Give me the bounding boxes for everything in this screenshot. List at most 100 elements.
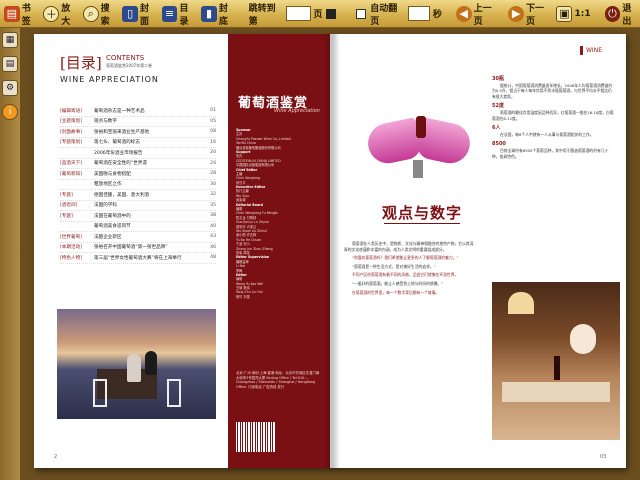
stats-column: 30瓶 据统计，中国葡萄酒消费量逐年增长，2006年人均葡萄酒消费量约为0.3升，… bbox=[492, 72, 614, 159]
toc-section: [专题策划] bbox=[60, 140, 82, 146]
next-label: 下一页 bbox=[525, 3, 544, 27]
zoom-in-icon: ＋ bbox=[43, 5, 60, 22]
toc-row[interactable]: 粗放地区之作 30 bbox=[60, 180, 216, 190]
book-spine bbox=[324, 34, 340, 468]
toc-section: [编辑寄语] bbox=[60, 108, 82, 114]
toc-title: 德国佳酿，美国、意大利酒 bbox=[94, 192, 150, 198]
settings-icon[interactable]: ⚙ bbox=[2, 80, 18, 96]
toc-section: [主题策划] bbox=[60, 119, 82, 125]
toolbar: ▤ 书签 ＋ 放大 ⌕ 搜索 ▯ 封面 ≡ 目录 ▮ 封底 跳转到第 页 自动翻… bbox=[0, 0, 640, 28]
photo-wine-bottle bbox=[554, 356, 560, 380]
contents-tiny: 葡萄酒鉴赏2007年第二卷 bbox=[106, 63, 153, 68]
toc-icon: ≡ bbox=[161, 5, 178, 22]
next-arrow-icon: ▶ bbox=[508, 5, 524, 22]
actual-size-button[interactable]: ▣ 1:1 bbox=[556, 3, 591, 25]
search-button[interactable]: ⌕ 搜索 bbox=[82, 3, 118, 27]
side-toolbar: ▦ ▤ ⚙ i bbox=[0, 28, 20, 480]
cover-label: 封面 bbox=[140, 3, 150, 27]
autoflip-seconds-input[interactable] bbox=[408, 6, 430, 21]
toc-row[interactable]: [世界葡萄] 法酿企业新区 43 bbox=[60, 232, 216, 243]
toc-title: 法酿企业新区 bbox=[94, 234, 122, 240]
toc-section: [封面故事] bbox=[60, 129, 82, 135]
exit-label: 退出 bbox=[622, 3, 632, 27]
toc-title: 第三届“世界女性葡萄酒大赛”将在上海举行 bbox=[94, 255, 182, 261]
toc-page: 05 bbox=[210, 118, 216, 124]
barcode bbox=[236, 422, 276, 452]
toc-section: [特色人物] bbox=[60, 255, 82, 261]
toc-row[interactable]: [酒窖间] 法国的学科 35 bbox=[60, 201, 216, 211]
toc-row[interactable]: [编辑寄语] 葡萄酒杂志是一种艺术品 01 bbox=[60, 106, 216, 117]
left-page[interactable]: [目录] CONTENTS 葡萄酒鉴赏2007年第二卷 WINE APPRECI… bbox=[34, 34, 330, 468]
autoflip-checkbox[interactable] bbox=[356, 8, 367, 19]
stat-paragraph: 据统计，中国葡萄酒消费量逐年增长，2006年人均葡萄酒消费量约为0.3升，相当于… bbox=[492, 82, 613, 99]
photo-flowers bbox=[570, 324, 596, 354]
bookmark-button[interactable]: ▤ 书签 bbox=[4, 3, 39, 27]
go-button[interactable] bbox=[326, 8, 337, 19]
toc-row[interactable]: [封面故事] 张裕和宝丽来酒业生产基地 08 bbox=[60, 127, 216, 138]
bookmark-icon: ▤ bbox=[4, 5, 20, 22]
masthead-lines: Sponsor 主办 ChangYu Pioneer Wine Co.,Limite… bbox=[236, 128, 322, 299]
photo-chair-left bbox=[93, 379, 107, 407]
toc-section: [专题] bbox=[60, 213, 73, 219]
actual-size-icon: ▣ bbox=[556, 5, 573, 22]
toc-row[interactable]: [品酒天下] 葡萄酒在安全性的“世界遗 24 bbox=[60, 159, 216, 169]
toc-page: 20 bbox=[210, 150, 216, 156]
exit-button[interactable]: ⏻ 退出 bbox=[604, 3, 640, 27]
magazine-subtitle: Wine Appreciation bbox=[274, 108, 320, 114]
toc-row[interactable]: [专题] 法国在葡萄酒中的 38 bbox=[60, 211, 216, 222]
zoom-button[interactable]: ＋ 放大 bbox=[43, 3, 78, 27]
wine-logo-text: WINE bbox=[586, 47, 602, 54]
bottle-icon bbox=[580, 46, 583, 55]
stat-paragraph: 目前全球约有8500个葡萄品种，其中用于酿造葡萄酒的约有几十种，各具特色。 bbox=[492, 147, 609, 159]
toc-row[interactable]: [专题] 德国佳酿，美国、意大利酒 32 bbox=[60, 190, 216, 201]
cover-button[interactable]: ▯ 封面 bbox=[122, 3, 157, 27]
toc-row[interactable]: [特色人物] 第三届“世界女性葡萄酒大赛”将在上海举行 48 bbox=[60, 253, 216, 264]
exit-icon: ⏻ bbox=[604, 5, 621, 22]
toc-title: 张裕召开中国葡萄酒“第一张世品牌” bbox=[94, 245, 168, 251]
backcover-icon: ▮ bbox=[201, 5, 217, 22]
wine-table-photo bbox=[492, 282, 620, 440]
toc-section: [品酒天下] bbox=[60, 161, 82, 167]
contents-header: [目录] CONTENTS 葡萄酒鉴赏2007年第二卷 WINE APPRECI… bbox=[60, 52, 180, 84]
toc-page: 24 bbox=[210, 160, 216, 166]
seconds-label: 秒 bbox=[432, 10, 442, 20]
sofa-base bbox=[413, 160, 423, 178]
next-page-button[interactable]: ▶ 下一页 bbox=[508, 3, 552, 27]
toc-button[interactable]: ≡ 目录 bbox=[161, 3, 197, 27]
backcover-button[interactable]: ▮ 封底 bbox=[201, 3, 236, 27]
toc-row[interactable]: [主题策划] 观点与数字 05 bbox=[60, 117, 216, 127]
toc-page: 48 bbox=[210, 255, 216, 261]
toc-title: 法国在葡萄酒中的 bbox=[94, 213, 131, 219]
left-page-number: 2 bbox=[54, 454, 58, 460]
toc-row[interactable]: 2006年份酒业市场报告 20 bbox=[60, 148, 216, 159]
photo-person-man bbox=[145, 351, 157, 375]
toc-title: 观点与数字 bbox=[94, 119, 117, 125]
masthead-line: 杨竹 刘惠 bbox=[236, 294, 250, 299]
info-icon[interactable]: i bbox=[2, 104, 18, 120]
magazine-spread: [目录] CONTENTS 葡萄酒鉴赏2007年第二卷 WINE APPRECI… bbox=[34, 34, 626, 468]
thumbnail-icon[interactable]: ▦ bbox=[2, 32, 18, 48]
title-underline bbox=[384, 223, 460, 224]
toc-title: 法国的学科 bbox=[94, 203, 117, 209]
autoflip-label: 自动翻页 bbox=[370, 3, 398, 27]
bookmark-label: 书签 bbox=[21, 3, 31, 27]
toc-row[interactable]: [专题策划] 第七头、葡萄酒的标志 16 bbox=[60, 138, 216, 148]
masthead-column: 葡萄酒鉴赏 Wine Appreciation Sponsor 主办 ChangYu… bbox=[228, 34, 330, 468]
jump-prefix: 跳转到第 bbox=[248, 3, 276, 27]
prev-label: 上一页 bbox=[473, 3, 492, 27]
film-icon[interactable]: ▤ bbox=[2, 56, 18, 72]
toc-page: 40 bbox=[210, 223, 216, 229]
toc-row[interactable]: [本期活动] 张裕召开中国葡萄酒“第一张世品牌” 46 bbox=[60, 243, 216, 253]
page-jump-input[interactable] bbox=[285, 6, 312, 21]
toc-page: 43 bbox=[210, 234, 216, 240]
toc-title: 粗放地区之作 bbox=[94, 182, 122, 188]
right-page[interactable]: WINE 观点与数字 葡萄酒在人类历史中，是物质、文化与精神相融合的独特产物，它… bbox=[330, 34, 626, 468]
toc-title: 葡萄酒在安全性的“世界遗 bbox=[94, 161, 147, 167]
toc-row[interactable]: [葡萄新知] 美国晚与食物搭配 28 bbox=[60, 169, 216, 180]
toc-page: 35 bbox=[210, 202, 216, 208]
prev-page-button[interactable]: ◀ 上一页 bbox=[455, 3, 500, 27]
toc-title: 葡萄酒美食适风节 bbox=[94, 224, 131, 230]
toc-page: 38 bbox=[210, 213, 216, 219]
toc-row[interactable]: 葡萄酒美食适风节 40 bbox=[60, 222, 216, 232]
toc-page: 01 bbox=[210, 108, 216, 114]
